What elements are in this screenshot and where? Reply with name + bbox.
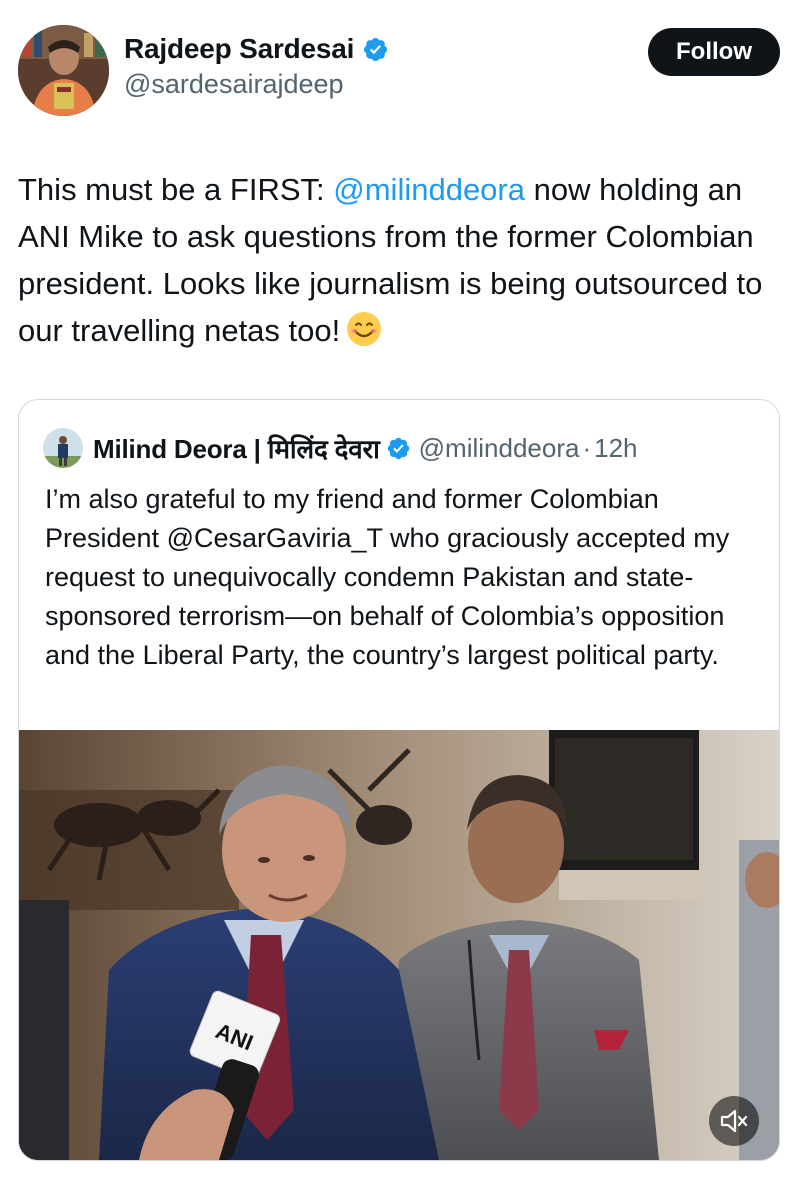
follow-button[interactable]: Follow: [648, 28, 780, 76]
smiling-face-icon: [347, 312, 382, 346]
quoted-tweet-header: Milind Deora | मिलिंद देवरा @milinddeora…: [43, 428, 638, 468]
tweet-text: This must be a FIRST: @milinddeora now h…: [18, 166, 780, 354]
quoted-tweet-video[interactable]: ANI: [19, 730, 779, 1160]
quoted-author-avatar: [43, 428, 83, 468]
quoted-author-display-name: Milind Deora | मिलिंद देवरा: [93, 434, 380, 464]
author-name-row: Rajdeep Sardesai: [124, 31, 389, 67]
quoted-avatar-photo: [43, 428, 83, 468]
quoted-author-handle: @milinddeora: [418, 432, 580, 463]
author-handle[interactable]: @sardesairajdeep: [124, 69, 389, 100]
avatar-photo: [18, 25, 109, 116]
verified-badge-icon: [364, 37, 388, 61]
speaker-muted-icon: [720, 1109, 748, 1133]
quoted-tweet-timestamp[interactable]: 12h: [594, 433, 637, 464]
author-avatar[interactable]: [18, 25, 109, 116]
tweet-text-part-1: This must be a FIRST:: [18, 172, 334, 207]
separator-dot: ·: [582, 432, 592, 463]
quoted-verified-badge-icon: [387, 437, 409, 459]
quoted-tweet[interactable]: Milind Deora | मिलिंद देवरा @milinddeora…: [18, 399, 780, 1161]
author-info: Rajdeep Sardesai @sardesairajdeep: [124, 31, 389, 100]
video-frame: ANI: [19, 730, 779, 1160]
author-display-name[interactable]: Rajdeep Sardesai: [124, 33, 354, 65]
mention-link[interactable]: @milinddeora: [333, 172, 525, 207]
mute-button[interactable]: [709, 1096, 759, 1146]
quoted-tweet-text: I’m also grateful to my friend and forme…: [45, 484, 730, 670]
tweet-header: Rajdeep Sardesai @sardesairajdeep Follow: [18, 25, 780, 117]
